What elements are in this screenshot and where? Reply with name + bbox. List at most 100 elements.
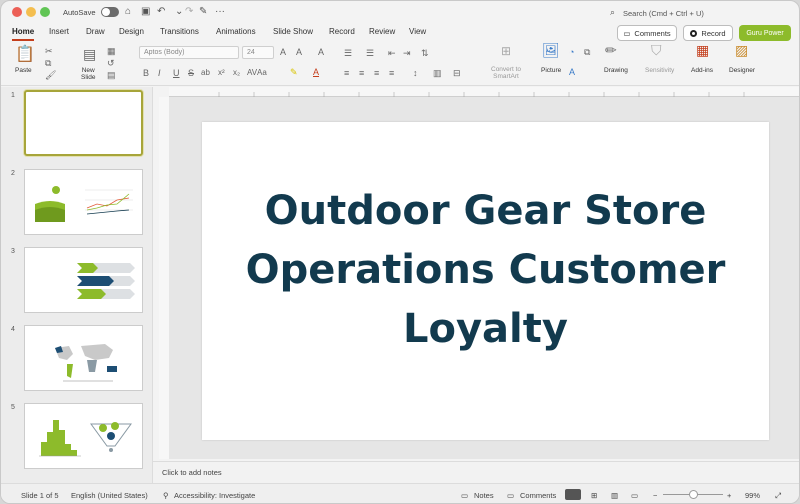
paste-icon[interactable]: 📋: [15, 46, 35, 64]
comments-button[interactable]: ▭ Comments: [617, 25, 677, 41]
slide-sorter-icon[interactable]: ⊞: [591, 491, 597, 500]
format-painter-icon[interactable]: ✎: [199, 5, 207, 19]
comments-toggle[interactable]: Comments: [520, 491, 556, 500]
sensitivity-label[interactable]: Sensitivity: [645, 67, 674, 74]
superscript-button[interactable]: x²: [218, 68, 225, 78]
layout-icon[interactable]: ▦: [107, 46, 116, 56]
undo-icon[interactable]: ↶: [157, 5, 165, 19]
more-icon[interactable]: ···: [215, 5, 225, 19]
drawing-label[interactable]: Drawing: [604, 67, 628, 74]
highlight-icon[interactable]: ✎: [290, 67, 298, 77]
reset-icon[interactable]: ↺: [107, 58, 115, 68]
sensitivity-icon[interactable]: ⛉: [651, 43, 662, 57]
zoom-in-icon[interactable]: +: [727, 491, 731, 500]
picture-label[interactable]: Picture: [541, 67, 561, 74]
strikethrough-button[interactable]: S: [188, 68, 194, 78]
new-slide-label[interactable]: New Slide: [81, 67, 95, 81]
columns-icon[interactable]: ▥: [433, 68, 442, 78]
record-icon: [690, 29, 698, 37]
zoom-slider-handle[interactable]: [689, 490, 698, 499]
tab-insert[interactable]: Insert: [49, 27, 69, 36]
drawing-icon[interactable]: ✏: [605, 43, 617, 57]
justify-icon[interactable]: ≡: [389, 68, 394, 78]
zoom-out-icon[interactable]: −: [653, 491, 657, 500]
picture-icon[interactable]: 🖼: [542, 43, 560, 57]
tab-draw[interactable]: Draw: [86, 27, 105, 36]
tab-design[interactable]: Design: [119, 27, 144, 36]
zoom-level[interactable]: 99%: [745, 491, 760, 500]
home-icon[interactable]: ⌂: [125, 5, 131, 19]
italic-button[interactable]: I: [158, 68, 161, 78]
decrease-indent-icon[interactable]: ⇤: [388, 48, 396, 58]
new-slide-icon[interactable]: ▤: [83, 47, 96, 61]
align-center-icon[interactable]: ≡: [359, 68, 364, 78]
search-input[interactable]: Search (Cmd + Ctrl + U): [623, 9, 704, 18]
add-ins-label[interactable]: Add-ins: [691, 67, 713, 74]
increase-indent-icon[interactable]: ⇥: [403, 48, 411, 58]
format-painter-brush-icon[interactable]: 🖌: [45, 70, 56, 80]
smartart-icon[interactable]: ⊞: [501, 45, 511, 57]
font-color-icon[interactable]: A: [313, 67, 319, 77]
minimize-window-button[interactable]: [26, 7, 36, 17]
decrease-font-icon[interactable]: A: [296, 47, 302, 57]
tab-review[interactable]: Review: [369, 27, 395, 36]
accessibility-status[interactable]: Accessibility: Investigate: [174, 491, 255, 500]
slide-thumbnail-1[interactable]: [24, 90, 143, 156]
slideshow-view-icon[interactable]: ▭: [631, 491, 638, 500]
slide-thumbnail-4[interactable]: [24, 325, 143, 391]
line-spacing-icon[interactable]: ↕: [413, 68, 418, 78]
change-case-button[interactable]: Aa: [257, 68, 267, 78]
save-icon[interactable]: ▣: [141, 5, 150, 19]
character-spacing-button[interactable]: AV: [247, 68, 257, 78]
guru-power-button[interactable]: Guru Power: [739, 25, 791, 41]
slide-thumbnail-3[interactable]: [24, 247, 143, 313]
section-icon[interactable]: ▤: [107, 70, 116, 80]
record-button[interactable]: Record: [683, 25, 733, 41]
normal-view-button[interactable]: [565, 489, 581, 500]
reading-view-icon[interactable]: ▥: [611, 491, 618, 500]
notes-toggle[interactable]: Notes: [474, 491, 494, 500]
shapes-icon[interactable]: ◔: [569, 47, 574, 57]
arrange-icon[interactable]: ⧉: [584, 47, 590, 57]
numbering-icon[interactable]: ☰: [366, 48, 374, 58]
align-left-icon[interactable]: ≡: [344, 68, 349, 78]
tab-record[interactable]: Record: [329, 27, 355, 36]
zoom-window-button[interactable]: [40, 7, 50, 17]
tab-transitions[interactable]: Transitions: [160, 27, 199, 36]
tab-slide-show[interactable]: Slide Show: [273, 27, 313, 36]
subscript-button[interactable]: x₂: [233, 68, 240, 78]
designer-label[interactable]: Designer: [729, 67, 755, 74]
text-effect-button[interactable]: ab: [201, 68, 210, 78]
bold-button[interactable]: B: [143, 68, 149, 78]
fit-slide-icon[interactable]: ⤢: [775, 491, 781, 501]
notes-pane[interactable]: Click to add notes: [153, 461, 799, 483]
bullets-icon[interactable]: ☰: [344, 48, 352, 58]
tab-animations[interactable]: Animations: [216, 27, 256, 36]
increase-font-icon[interactable]: A: [280, 47, 286, 57]
slide-thumbnail-2[interactable]: [24, 169, 143, 235]
underline-button[interactable]: U: [173, 68, 180, 78]
tab-home[interactable]: Home: [12, 27, 35, 41]
slide-thumbnail-5[interactable]: [24, 403, 143, 469]
align-text-icon[interactable]: ⊟: [453, 68, 461, 78]
autosave-toggle[interactable]: [101, 7, 119, 17]
cut-icon[interactable]: ✂: [45, 46, 53, 56]
textbox-icon[interactable]: A: [569, 67, 575, 77]
clear-formatting-icon[interactable]: A: [318, 47, 324, 57]
chevron-down-icon[interactable]: ⌄: [175, 5, 183, 19]
convert-smartart-label[interactable]: Convert to SmartArt: [491, 66, 521, 80]
font-size-select[interactable]: 24: [242, 46, 274, 59]
tab-view[interactable]: View: [409, 27, 426, 36]
language-status[interactable]: English (United States): [71, 491, 148, 500]
close-window-button[interactable]: [12, 7, 22, 17]
designer-icon[interactable]: ▨: [735, 43, 748, 57]
text-direction-icon[interactable]: ⇅: [421, 48, 429, 58]
redo-icon[interactable]: ↷: [185, 5, 193, 19]
font-name-select[interactable]: Aptos (Body): [139, 46, 239, 59]
align-right-icon[interactable]: ≡: [374, 68, 379, 78]
copy-icon[interactable]: ⧉: [45, 58, 51, 68]
slide-title[interactable]: Outdoor Gear Store Operations Customer L…: [202, 182, 769, 359]
add-ins-icon[interactable]: ▦: [696, 43, 709, 57]
slide-editor[interactable]: Outdoor Gear Store Operations Customer L…: [202, 122, 769, 440]
paste-label[interactable]: Paste: [15, 67, 32, 74]
